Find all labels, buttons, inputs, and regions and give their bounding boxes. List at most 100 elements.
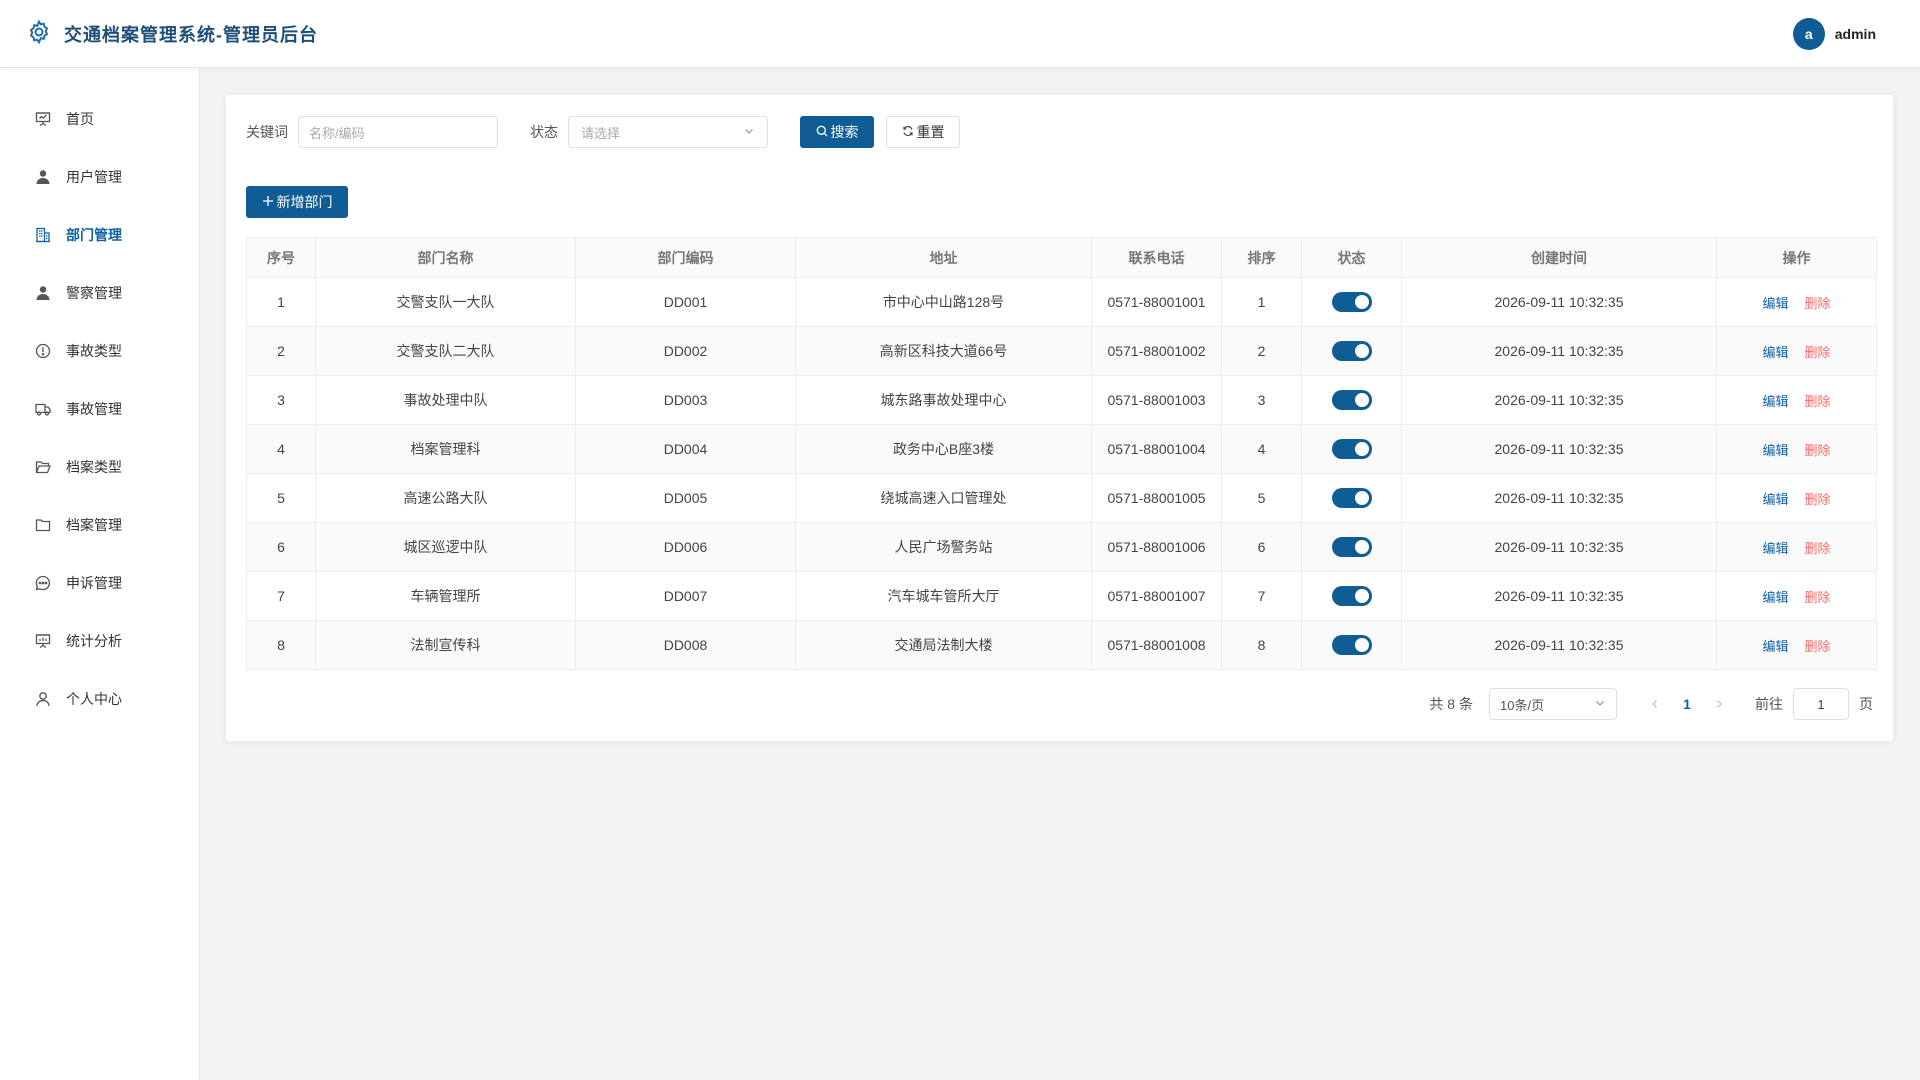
refresh-icon <box>902 124 914 140</box>
cell-index: 8 <box>246 620 316 670</box>
edit-link[interactable]: 编辑 <box>1762 639 1788 654</box>
cell-actions: 编辑 删除 <box>1716 277 1877 327</box>
toggle-knob <box>1354 344 1369 358</box>
sidebar-item-appeals[interactable]: 申诉管理 <box>0 554 199 612</box>
table-row: 6 城区巡逻中队 DD006 人民广场警务站 0571-88001006 6 2026-09… <box>246 522 1877 572</box>
delete-link[interactable]: 删除 <box>1805 590 1831 605</box>
cell-sort: 8 <box>1221 620 1302 670</box>
column-header: 联系电话 <box>1091 237 1222 278</box>
sidebar-item-label: 事故管理 <box>66 401 122 417</box>
cell-created: 2026-09-11 10:32:35 <box>1401 473 1717 523</box>
page-size-select[interactable]: 10条/页 <box>1489 688 1617 720</box>
keyword-label: 关键词 <box>246 124 288 140</box>
goto-page-input[interactable]: 1 <box>1793 688 1849 720</box>
cell-status <box>1301 620 1402 670</box>
add-department-button[interactable]: 新增部门 <box>246 186 348 218</box>
folder-opened-icon <box>34 458 52 476</box>
sidebar-item-statistics[interactable]: 统计分析 <box>0 612 199 670</box>
cell-phone: 0571-88001001 <box>1091 277 1222 327</box>
cell-created: 2026-09-11 10:32:35 <box>1401 326 1717 376</box>
sidebar: 首页 用户管理 部门管理 警察管理 事故类型 事故管理 档案类型 档案管理 申诉… <box>0 68 200 1080</box>
truck-icon <box>34 400 52 418</box>
sidebar-item-accidents[interactable]: 事故管理 <box>0 380 199 438</box>
add-department-label: 新增部门 <box>276 194 333 210</box>
username[interactable]: admin <box>1835 26 1876 42</box>
user-menu[interactable]: a admin <box>1792 17 1876 50</box>
delete-link[interactable]: 删除 <box>1805 394 1831 409</box>
cell-actions: 编辑 删除 <box>1716 375 1877 425</box>
table-header-row: 序号 部门名称 部门编码 地址 联系电话 排序 状态 创建时间 操作 <box>246 237 1877 278</box>
delete-link[interactable]: 删除 <box>1805 443 1831 458</box>
cell-address: 汽车城车管所大厅 <box>795 571 1092 621</box>
delete-link[interactable]: 删除 <box>1805 492 1831 507</box>
sidebar-item-departments[interactable]: 部门管理 <box>0 206 199 264</box>
cell-code: DD003 <box>575 375 796 425</box>
toggle-knob <box>1354 442 1369 456</box>
pagination: 共 8 条 10条/页 1 前往 1 页 <box>1429 688 1873 720</box>
cell-created: 2026-09-11 10:32:35 <box>1401 375 1717 425</box>
status-toggle[interactable] <box>1331 537 1372 557</box>
edit-link[interactable]: 编辑 <box>1762 394 1788 409</box>
edit-link[interactable]: 编辑 <box>1762 345 1788 360</box>
presentation-board-icon <box>34 110 52 128</box>
column-header: 部门编码 <box>575 237 796 278</box>
cell-address: 绕城高速入口管理处 <box>795 473 1092 523</box>
cell-status <box>1301 424 1402 474</box>
reset-button[interactable]: 重置 <box>886 116 960 148</box>
cell-index: 4 <box>246 424 316 474</box>
column-header: 状态 <box>1301 237 1402 278</box>
status-toggle[interactable] <box>1331 341 1372 361</box>
cell-name: 车辆管理所 <box>315 571 576 621</box>
delete-link[interactable]: 删除 <box>1805 345 1831 360</box>
search-button[interactable]: 搜索 <box>800 116 874 148</box>
chevron-down-icon <box>1594 697 1606 712</box>
status-toggle[interactable] <box>1331 586 1372 606</box>
next-page-button[interactable] <box>1705 690 1733 718</box>
page-number-current[interactable]: 1 <box>1673 690 1701 718</box>
warning-circle-icon <box>34 342 52 360</box>
edit-link[interactable]: 编辑 <box>1762 296 1788 311</box>
edit-link[interactable]: 编辑 <box>1762 492 1788 507</box>
cell-actions: 编辑 删除 <box>1716 571 1877 621</box>
sidebar-item-profile[interactable]: 个人中心 <box>0 670 199 728</box>
status-toggle[interactable] <box>1331 439 1372 459</box>
avatar[interactable]: a <box>1792 17 1825 50</box>
edit-link[interactable]: 编辑 <box>1762 541 1788 556</box>
cell-index: 7 <box>246 571 316 621</box>
cell-code: DD004 <box>575 424 796 474</box>
delete-link[interactable]: 删除 <box>1805 296 1831 311</box>
toggle-knob <box>1354 638 1369 652</box>
sidebar-item-users[interactable]: 用户管理 <box>0 148 199 206</box>
status-toggle[interactable] <box>1331 292 1372 312</box>
delete-link[interactable]: 删除 <box>1805 639 1831 654</box>
status-toggle[interactable] <box>1331 390 1372 410</box>
page-size-value: 10条/页 <box>1500 697 1545 713</box>
edit-link[interactable]: 编辑 <box>1762 443 1788 458</box>
toggle-knob <box>1354 295 1369 309</box>
folder-icon <box>34 516 52 534</box>
sidebar-item-archive-types[interactable]: 档案类型 <box>0 438 199 496</box>
delete-link[interactable]: 删除 <box>1805 541 1831 556</box>
search-button-label: 搜索 <box>830 124 859 140</box>
prev-page-button[interactable] <box>1641 690 1669 718</box>
status-toggle[interactable] <box>1331 488 1372 508</box>
cell-code: DD006 <box>575 522 796 572</box>
edit-link[interactable]: 编辑 <box>1762 590 1788 605</box>
search-form: 关键词 名称/编码 状态 请选择 搜索 重置 <box>246 116 960 148</box>
sidebar-item-home[interactable]: 首页 <box>0 90 199 148</box>
user-filled-icon <box>34 284 52 302</box>
sidebar-item-archives[interactable]: 档案管理 <box>0 496 199 554</box>
keyword-input[interactable]: 名称/编码 <box>298 116 498 148</box>
cell-phone: 0571-88001008 <box>1091 620 1222 670</box>
sidebar-item-accident-types[interactable]: 事故类型 <box>0 322 199 380</box>
keyword-placeholder: 名称/编码 <box>309 125 365 141</box>
cell-phone: 0571-88001005 <box>1091 473 1222 523</box>
cell-sort: 7 <box>1221 571 1302 621</box>
status-toggle[interactable] <box>1331 635 1372 655</box>
status-select[interactable]: 请选择 <box>568 116 768 148</box>
top-header: 交通档案管理系统-管理员后台 a admin <box>0 0 1920 68</box>
cell-phone: 0571-88001004 <box>1091 424 1222 474</box>
sidebar-item-police[interactable]: 警察管理 <box>0 264 199 322</box>
cell-phone: 0571-88001002 <box>1091 326 1222 376</box>
column-header: 序号 <box>246 237 316 278</box>
